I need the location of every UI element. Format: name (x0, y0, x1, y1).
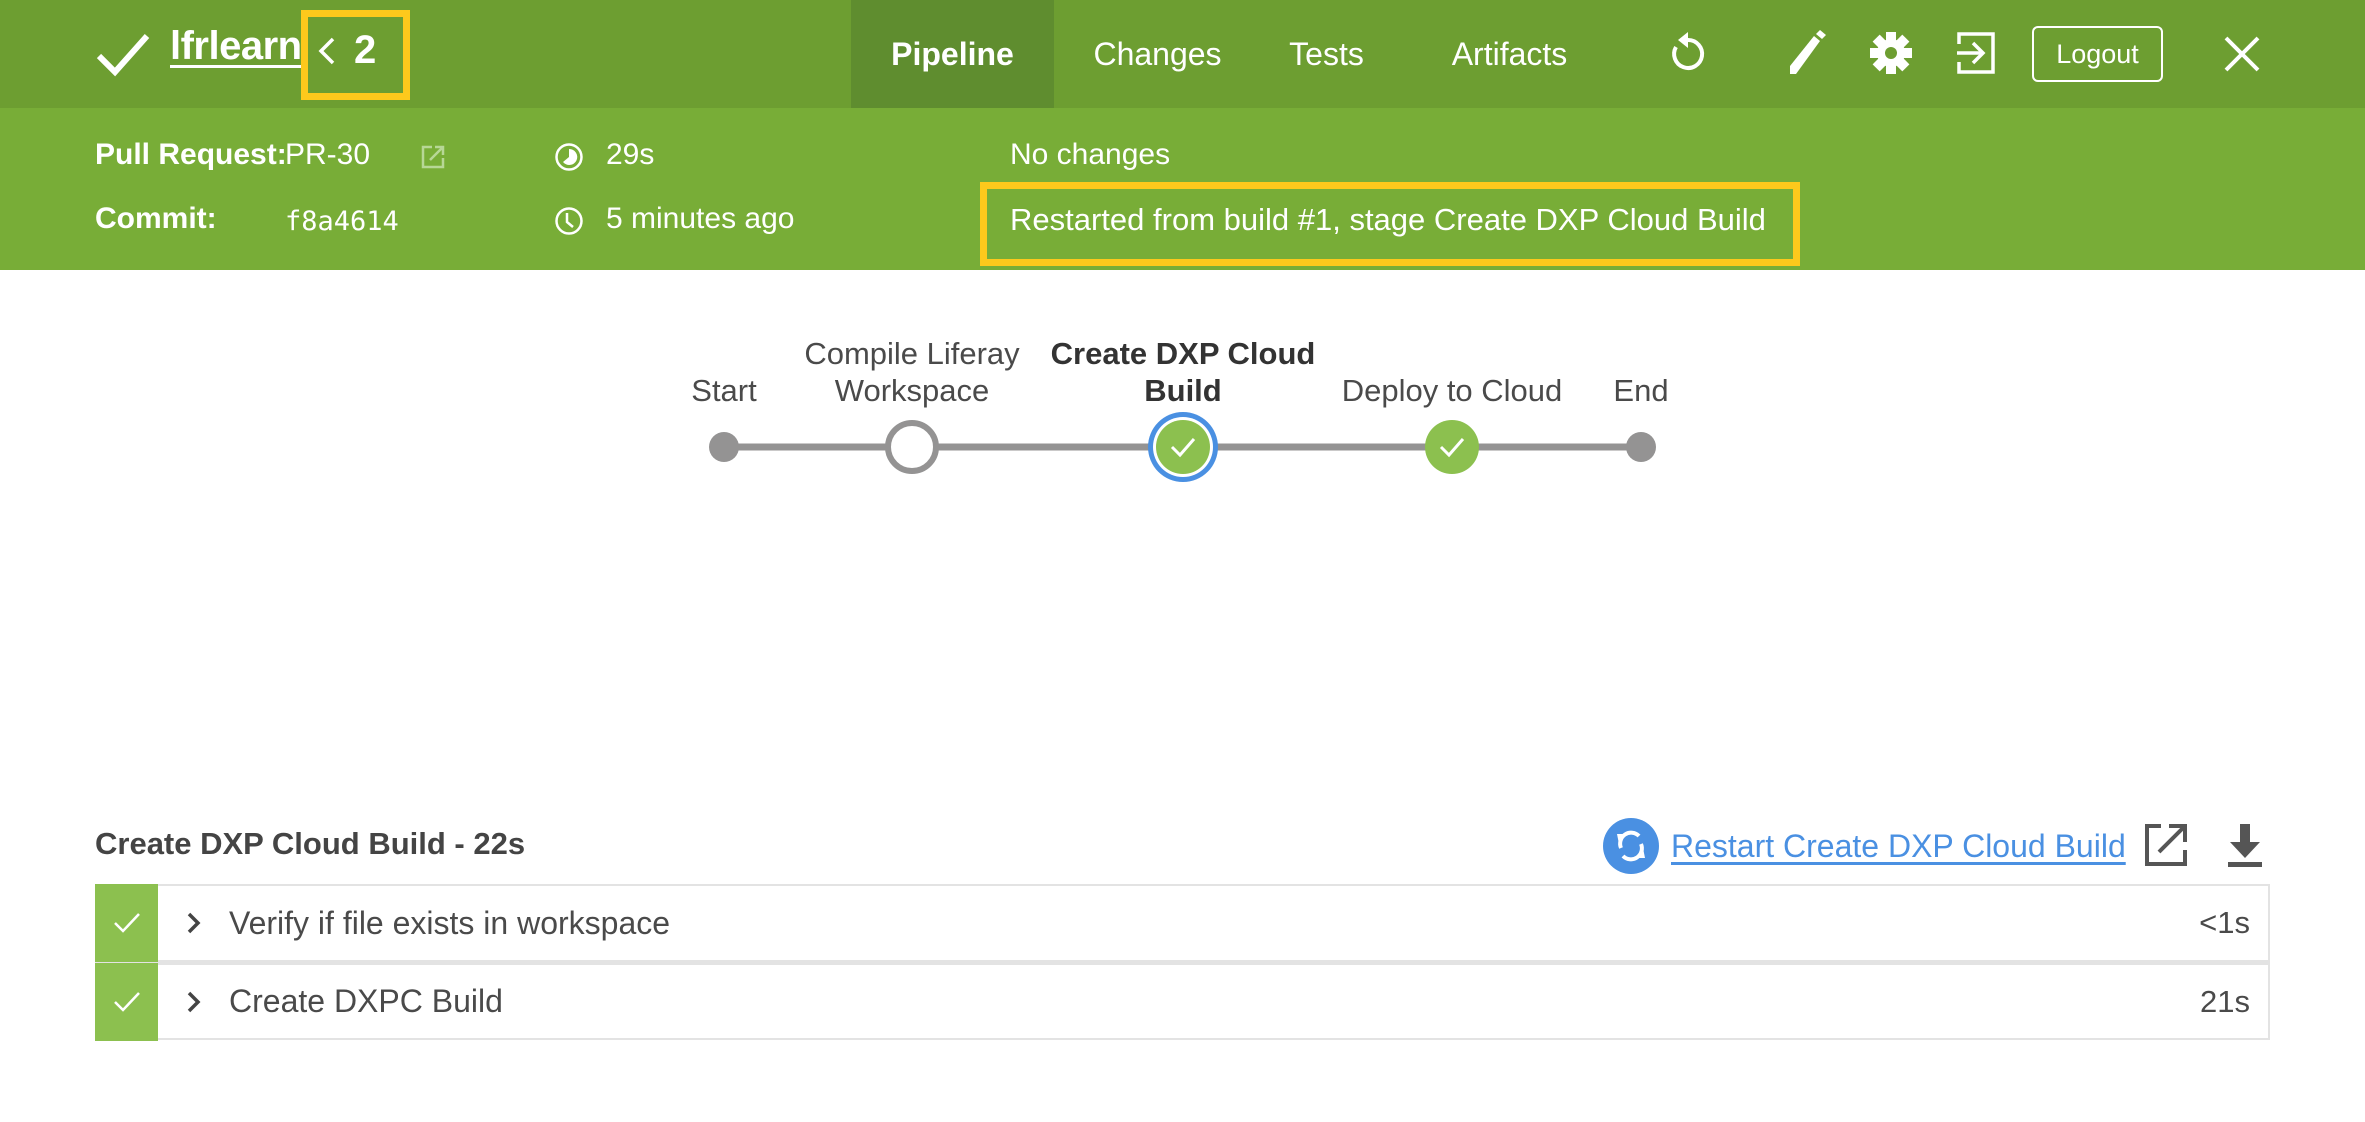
cause-text: Restarted from build #1, stage Create DX… (1010, 202, 1766, 237)
duration-value: 29s (606, 138, 655, 171)
stage-label-deploy[interactable]: Deploy to Cloud (1342, 372, 1563, 409)
gear-icon[interactable] (1868, 30, 1914, 76)
pipeline-node-not-built[interactable] (885, 420, 939, 474)
clock-icon (555, 207, 583, 235)
tab-bar: Pipeline Changes Tests Artifacts (851, 0, 1627, 108)
run-number: 2 (354, 28, 377, 72)
commit-label: Commit: (95, 202, 217, 235)
chevron-right-icon[interactable] (184, 910, 204, 936)
pipeline-node-success[interactable] (1425, 420, 1479, 474)
tab-artifacts[interactable]: Artifacts (1392, 0, 1627, 108)
step-name: Create DXPC Build (229, 983, 503, 1019)
run-summary: Pull Request: PR-30 Commit: f8a4614 29s … (0, 108, 2365, 270)
tab-pipeline[interactable]: Pipeline (851, 0, 1054, 108)
step-name: Verify if file exists in workspace (229, 904, 671, 941)
step-status-success (95, 962, 158, 1041)
pipeline-graph: Start Compile Liferay Workspace Create D… (0, 270, 2365, 530)
close-icon[interactable] (2222, 34, 2262, 74)
pull-request-value: PR-30 (285, 138, 371, 171)
stage-label-start: Start (691, 373, 757, 408)
step-panel-title: Create DXP Cloud Build - 22s (95, 826, 526, 861)
restart-stage-button[interactable]: Restart Create DXP Cloud Build (1603, 818, 2126, 874)
external-link-icon[interactable] (420, 144, 446, 170)
download-log-icon[interactable] (2222, 822, 2268, 868)
pipeline-node-success[interactable] (1156, 420, 1210, 474)
stage-label-create-build[interactable]: Create DXP Cloud Build (1048, 335, 1318, 409)
step-row[interactable]: Create DXPC Build 21s (95, 962, 2270, 1041)
duration-icon (555, 143, 583, 171)
commit-hash: f8a4614 (285, 206, 399, 237)
open-log-external-icon[interactable] (2143, 822, 2189, 868)
chevron-left-icon (318, 37, 335, 65)
logout-button[interactable]: Logout (2032, 26, 2163, 82)
step-status-success (95, 884, 158, 962)
restart-stage-link[interactable]: Restart Create DXP Cloud Build (1671, 828, 2126, 865)
pipeline-node-end (1626, 432, 1656, 462)
check-icon (113, 991, 140, 1012)
stage-label-end: End (1613, 373, 1669, 408)
check-icon (113, 913, 140, 933)
changes-text: No changes (1010, 138, 1171, 171)
chevron-right-icon[interactable] (184, 989, 204, 1015)
check-icon (96, 34, 150, 77)
pipeline-node-start (709, 432, 739, 462)
login-icon[interactable] (1953, 30, 1999, 76)
restart-icon[interactable] (1603, 818, 1659, 874)
tab-tests[interactable]: Tests (1261, 0, 1392, 108)
started-time: 5 minutes ago (606, 202, 795, 235)
step-duration: <1s (2199, 905, 2250, 940)
stage-label-compile[interactable]: Compile Liferay Workspace (792, 335, 1032, 409)
tab-changes[interactable]: Changes (1054, 0, 1261, 108)
top-header: lfrlearn 2 Pipeline Changes Tests Artifa… (0, 0, 2365, 108)
step-row[interactable]: Verify if file exists in workspace <1s (95, 884, 2270, 962)
reload-icon[interactable] (1665, 30, 1711, 76)
step-duration: 21s (2200, 983, 2250, 1019)
step-list: Verify if file exists in workspace <1s C… (95, 884, 2270, 1041)
pull-request-label: Pull Request: (95, 138, 287, 171)
job-name-link[interactable]: lfrlearn (170, 24, 302, 69)
pencil-icon[interactable] (1782, 30, 1828, 76)
